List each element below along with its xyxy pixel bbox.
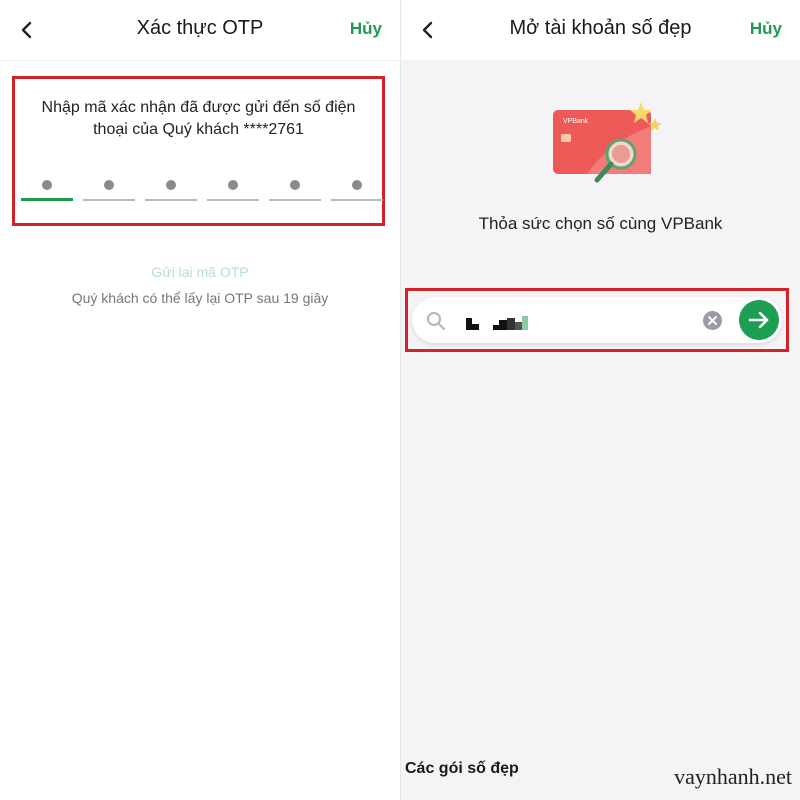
otp-highlight-box: Nhập mã xác nhận đã được gửi đến số điện… xyxy=(12,76,385,226)
otp-underline xyxy=(207,199,259,201)
vpbank-card-image: VPBank xyxy=(553,102,662,183)
otp-underline xyxy=(269,199,321,201)
otp-instruction: Nhập mã xác nhận đã được gửi đến số điện… xyxy=(15,97,382,141)
packages-section-title: Các gói số đẹp xyxy=(405,760,519,777)
search-submit-button[interactable] xyxy=(739,300,779,340)
otp-underline xyxy=(331,199,383,201)
search-highlight-box xyxy=(405,288,789,352)
arrow-right-icon xyxy=(748,311,769,329)
otp-digit-5[interactable] xyxy=(269,169,321,209)
page-title: Xác thực OTP xyxy=(136,17,264,39)
otp-dot xyxy=(290,180,300,190)
close-icon xyxy=(708,316,717,325)
clear-button[interactable] xyxy=(703,311,722,330)
number-search-input[interactable] xyxy=(412,297,782,343)
otp-digit-1[interactable] xyxy=(21,169,73,209)
otp-digit-4[interactable] xyxy=(207,169,259,209)
otp-screen: Xác thực OTP Hủy Nhập mã xác nhận đã đượ… xyxy=(0,0,400,800)
tagline: Thỏa sức chọn số cùng VPBank xyxy=(478,214,723,233)
otp-header: Xác thực OTP Hủy xyxy=(0,0,400,60)
otp-underline xyxy=(145,199,197,201)
resend-otp-link[interactable]: Gửi lại mã OTP xyxy=(0,264,400,280)
resend-countdown: Quý khách có thể lấy lại OTP sau 19 giây xyxy=(71,290,329,306)
beautiful-number-screen: Mở tài khoản số đẹp Hủy VPBank Thỏa sức … xyxy=(401,0,800,800)
otp-underline xyxy=(21,198,73,201)
account-header: Mở tài khoản số đẹp Hủy xyxy=(401,0,800,60)
otp-instruction-line2: thoại của Quý khách ****2761 xyxy=(93,121,304,138)
otp-digit-6[interactable] xyxy=(331,169,383,209)
watermark: vaynhanh.net xyxy=(674,764,792,789)
otp-dot xyxy=(228,180,238,190)
otp-dot xyxy=(104,180,114,190)
search-icon xyxy=(427,312,445,330)
otp-underline xyxy=(83,199,135,201)
otp-dot xyxy=(166,180,176,190)
otp-dot xyxy=(352,180,362,190)
card-brand-text: VPBank xyxy=(563,118,589,125)
otp-instruction-line1: Nhập mã xác nhận đã được gửi đến số điện xyxy=(41,99,356,116)
otp-digit-3[interactable] xyxy=(145,169,197,209)
otp-dot xyxy=(42,180,52,190)
cancel-button[interactable]: Hủy xyxy=(750,19,782,39)
cancel-button[interactable]: Hủy xyxy=(350,19,382,39)
page-title: Mở tài khoản số đẹp xyxy=(509,17,692,39)
search-value-pixelated xyxy=(466,310,528,330)
card-illustration: VPBank xyxy=(547,96,671,196)
otp-digit-2[interactable] xyxy=(83,169,135,209)
header-divider xyxy=(0,60,400,61)
